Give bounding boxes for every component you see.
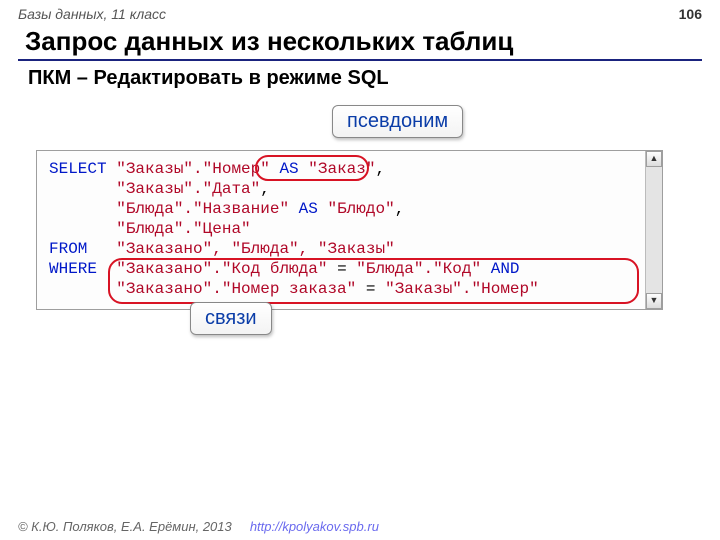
- kw-from: FROM: [49, 240, 87, 258]
- from-tables: "Заказано", "Блюда", "Заказы": [116, 240, 394, 258]
- callout-links: связи: [190, 302, 272, 335]
- where-left2: "Заказано"."Номер заказа": [116, 280, 356, 298]
- title-rule: [18, 59, 702, 61]
- sel-col3: "Блюда"."Название": [116, 200, 289, 218]
- scroll-down-button[interactable]: ▼: [646, 293, 662, 309]
- where-right2: "Заказы"."Номер": [385, 280, 539, 298]
- alias1: "Заказ": [308, 160, 375, 178]
- kw-select: SELECT: [49, 160, 107, 178]
- where-right1: "Блюда"."Код": [356, 260, 481, 278]
- kw-as: AS: [299, 200, 318, 218]
- subtitle: ПКМ – Редактировать в режиме SQL: [28, 67, 702, 90]
- page-title: Запрос данных из нескольких таблиц: [25, 26, 702, 57]
- slide-header: Базы данных, 11 класс 106: [0, 0, 720, 22]
- copyright: © К.Ю. Поляков, Е.А. Ерёмин, 2013: [18, 519, 232, 534]
- slide-footer: © К.Ю. Поляков, Е.А. Ерёмин, 2013 http:/…: [18, 519, 379, 534]
- callout-alias: псевдоним: [332, 105, 463, 138]
- course-label: Базы данных, 11 класс: [18, 6, 166, 22]
- sql-code: SELECT "Заказы"."Номер" AS "Заказ", "Зак…: [37, 151, 662, 309]
- sel-col2: "Заказы"."Дата": [116, 180, 260, 198]
- kw-where: WHERE: [49, 260, 97, 278]
- kw-and: AND: [491, 260, 520, 278]
- sel-col1: "Заказы"."Номер": [116, 160, 270, 178]
- scroll-up-button[interactable]: ▲: [646, 151, 662, 167]
- page-number: 106: [679, 6, 702, 22]
- kw-as: AS: [279, 160, 298, 178]
- scrollbar[interactable]: ▲ ▼: [645, 151, 662, 309]
- sel-col4: "Блюда"."Цена": [116, 220, 250, 238]
- sql-code-panel: SELECT "Заказы"."Номер" AS "Заказ", "Зак…: [36, 150, 663, 310]
- alias2: "Блюдо": [327, 200, 394, 218]
- footer-link[interactable]: http://kpolyakov.spb.ru: [250, 519, 379, 534]
- where-left1: "Заказано"."Код блюда": [116, 260, 327, 278]
